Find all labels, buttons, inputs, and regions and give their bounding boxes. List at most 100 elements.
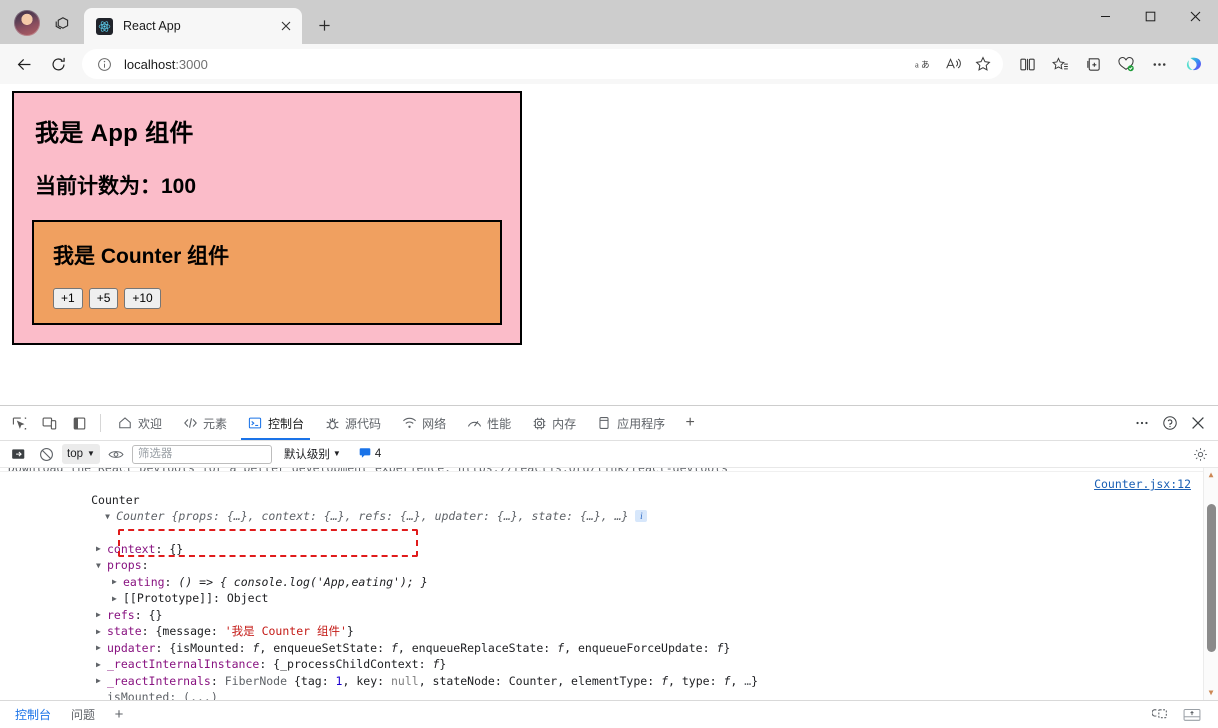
log-level-label: 默认级别 (284, 446, 330, 462)
log-level-select[interactable]: 默认级别 ▼ (280, 446, 345, 462)
favorites-icon[interactable] (1044, 48, 1076, 80)
console-scroll-region: Download the React DevTools for a better… (0, 468, 1203, 700)
drawer-add-button[interactable]: + (106, 704, 132, 726)
close-tab-icon[interactable] (276, 16, 296, 36)
favorite-star-icon[interactable] (969, 51, 997, 77)
tab-actions-icon[interactable] (48, 9, 76, 37)
console-prop-react-internals[interactable]: ▶_reactInternals: FiberNode {tag: 1, key… (8, 673, 1193, 690)
tab-sources[interactable]: 源代码 (314, 406, 391, 440)
help-icon[interactable] (1156, 409, 1184, 437)
tab-console[interactable]: 控制台 (237, 406, 314, 440)
counter-button-row: +1 +5 +10 (53, 288, 486, 309)
increment-by-5-button[interactable]: +5 (89, 288, 119, 309)
translate-icon[interactable]: a あ (909, 51, 937, 77)
performance-gauge-icon (466, 415, 482, 431)
copilot-icon[interactable] (1180, 49, 1210, 79)
browser-tab[interactable]: React App (84, 8, 302, 44)
drawer-tab-issues[interactable]: 问题 (62, 703, 104, 726)
settings-more-icon[interactable] (1143, 48, 1175, 80)
tab-network[interactable]: 网络 (391, 406, 456, 440)
console-log-header[interactable]: Counter ▼Counter {props: {…}, context: {… (8, 476, 1193, 541)
dock-panel-icon[interactable] (1180, 705, 1204, 725)
refresh-icon[interactable] (42, 48, 74, 80)
device-toolbar-icon[interactable] (34, 406, 64, 440)
counter-component-box: 我是 Counter 组件 +1 +5 +10 (32, 220, 502, 325)
page-viewport: 我是 App 组件 当前计数为：100 我是 Counter 组件 +1 +5 … (0, 84, 1218, 410)
close-devtools-icon[interactable] (1184, 409, 1212, 437)
devtools-drawer-statusbar: 控制台 问题 + (0, 700, 1218, 728)
info-badge-icon[interactable]: i (635, 510, 647, 522)
maximize-icon[interactable] (1128, 0, 1173, 32)
more-options-icon[interactable] (1128, 409, 1156, 437)
console-prop-ismounted[interactable]: isMounted: (...) (8, 689, 1193, 700)
new-tab-button[interactable] (310, 11, 338, 39)
tab-label: 内存 (552, 415, 576, 432)
split-screen-icon[interactable] (1011, 48, 1043, 80)
dock-side-icon[interactable] (64, 406, 94, 440)
svg-text:a: a (915, 59, 919, 69)
execution-context-select[interactable]: top ▼ (62, 444, 100, 464)
minimize-icon[interactable] (1083, 0, 1128, 32)
drawer-tab-console[interactable]: 控制台 (6, 703, 60, 726)
info-bubble-icon (359, 447, 371, 462)
inspect-dock-icon[interactable] (1148, 705, 1172, 725)
console-scrollbar[interactable]: ▲ ▼ (1203, 468, 1218, 700)
scroll-down-arrow-icon[interactable]: ▼ (1204, 686, 1218, 700)
expand-triangle-icon[interactable]: ▶ (96, 657, 107, 673)
console-prop-react-internal-instance[interactable]: ▶_reactInternalInstance: {_processChildC… (8, 656, 1193, 673)
tab-label: 元素 (203, 415, 227, 432)
clear-console-icon[interactable] (6, 443, 30, 465)
console-prop-refs[interactable]: ▶refs: {} (8, 607, 1193, 624)
increment-by-1-button[interactable]: +1 (53, 288, 83, 309)
no-messages-icon[interactable] (34, 443, 58, 465)
app-count-label: 当前计数为： (35, 175, 161, 198)
expand-triangle-icon[interactable]: ▶ (112, 591, 123, 607)
expand-triangle-icon[interactable]: ▶ (96, 640, 107, 656)
expand-triangle-icon[interactable]: ▶ (96, 673, 107, 689)
console-prop-updater[interactable]: ▶updater: {isMounted: f, enqueueSetState… (8, 640, 1193, 657)
drawer-actions (1148, 705, 1212, 725)
console-prop-eating[interactable]: ▶eating: () => { console.log('App,eating… (8, 574, 1193, 591)
tab-application[interactable]: 应用程序 (586, 406, 675, 440)
issues-counter[interactable]: 4 (359, 447, 381, 462)
address-bar[interactable]: localhost:3000 a あ (82, 49, 1003, 79)
increment-by-10-button[interactable]: +10 (124, 288, 160, 309)
tab-welcome[interactable]: 欢迎 (107, 406, 172, 440)
back-arrow-icon[interactable] (8, 48, 40, 80)
console-message-counter: Counter.jsx:12 Counter ▼Counter {props: … (0, 472, 1203, 700)
console-prop-context[interactable]: ▶context: {} (8, 541, 1193, 558)
scrollbar-thumb[interactable] (1207, 504, 1216, 652)
settings-gear-icon[interactable] (1188, 443, 1212, 465)
live-expression-icon[interactable] (104, 443, 128, 465)
collections-icon[interactable] (1077, 48, 1109, 80)
source-link[interactable]: Counter.jsx:12 (1094, 476, 1191, 492)
read-aloud-icon[interactable] (939, 51, 967, 77)
profile-avatar[interactable] (14, 10, 40, 36)
console-output[interactable]: Download the React DevTools for a better… (0, 468, 1218, 700)
console-prop-prototype-object[interactable]: ▶[[Prototype]]: Object (8, 590, 1193, 607)
expand-triangle-icon[interactable]: ▼ (105, 509, 116, 525)
chevron-down-icon: ▼ (87, 450, 95, 458)
inspect-element-icon[interactable] (4, 406, 34, 440)
tab-elements[interactable]: 元素 (172, 406, 237, 440)
add-panel-button[interactable]: + (675, 406, 705, 440)
expand-triangle-icon[interactable]: ▶ (96, 624, 107, 640)
scroll-up-arrow-icon[interactable]: ▲ (1204, 468, 1218, 482)
expand-triangle-icon[interactable]: ▶ (96, 607, 107, 623)
tab-performance[interactable]: 性能 (456, 406, 521, 440)
issues-count: 4 (375, 448, 381, 460)
tab-memory[interactable]: 内存 (521, 406, 586, 440)
site-info-icon[interactable] (94, 54, 114, 74)
browser-essentials-icon[interactable] (1110, 48, 1142, 80)
expand-triangle-icon[interactable]: ▶ (112, 574, 123, 590)
expand-triangle-icon[interactable]: ▼ (96, 558, 107, 574)
console-prop-props[interactable]: ▼props: (8, 557, 1193, 574)
expand-triangle-icon[interactable]: ▶ (96, 541, 107, 557)
title-bar: React App (0, 0, 1218, 44)
url-text: localhost:3000 (114, 57, 909, 72)
close-window-icon[interactable] (1173, 0, 1218, 32)
browser-window: React App (0, 0, 1218, 728)
console-prop-state[interactable]: ▶state: {message: '我是 Counter 组件'} (8, 623, 1193, 640)
object-preview: Counter {props: {…}, context: {…}, refs:… (116, 509, 628, 523)
console-filter-input[interactable] (132, 445, 272, 464)
